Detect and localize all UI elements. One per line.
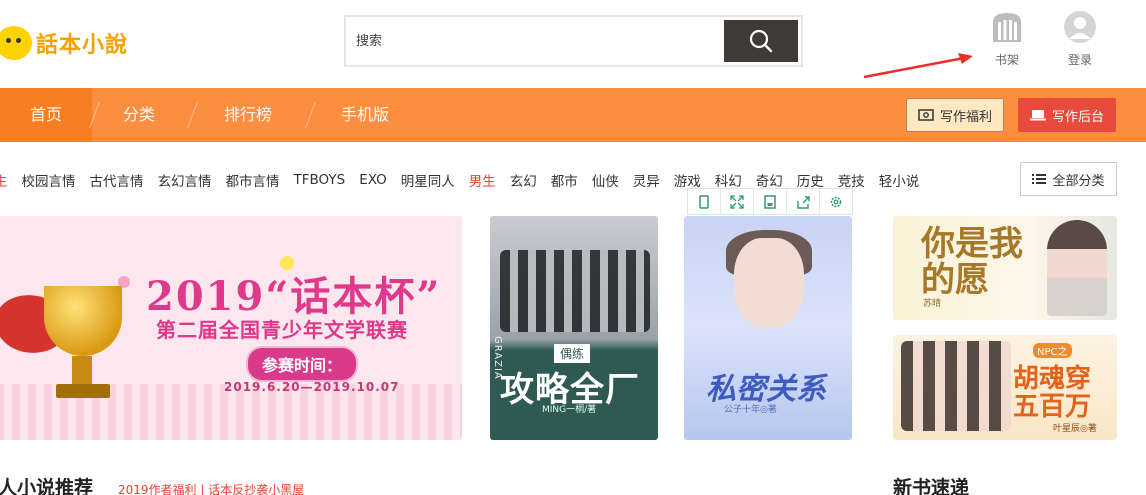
category-link[interactable]: 游戏 <box>674 170 701 190</box>
site-logo[interactable]: 話本小說 <box>0 18 128 68</box>
all-categories-button[interactable]: 全部分类 <box>1020 162 1117 196</box>
cover-photo <box>901 341 1011 431</box>
share-button[interactable] <box>787 189 820 214</box>
copy-button[interactable] <box>688 189 721 214</box>
expand-icon <box>730 194 744 209</box>
gear-icon <box>830 196 842 207</box>
category-link[interactable]: 轻小说 <box>879 170 920 190</box>
cover-photo <box>500 250 650 332</box>
laptop-icon <box>1029 110 1046 121</box>
category-link[interactable]: 仙侠 <box>592 170 619 190</box>
avatar-icon <box>1064 11 1096 43</box>
cover-author: MING一桐/著 <box>542 405 597 415</box>
writing-welfare-label: 写作福利 <box>939 109 992 125</box>
cover-tag: 偶练 <box>554 344 591 363</box>
banner-date: 2019.6.20—2019.10.07 <box>224 380 400 394</box>
category-link[interactable]: 灵异 <box>633 170 660 190</box>
cover-title: 你是我的愿 <box>921 224 1023 300</box>
cover-photo <box>1047 220 1107 316</box>
nav-item-mobile[interactable]: 手机版 <box>320 88 410 142</box>
bookshelf-icon <box>993 13 1021 42</box>
contest-banner[interactable]: 2019“话本杯” 第二届全国青少年文学联赛 参赛时间： 2019.6.20—2… <box>0 216 462 440</box>
book-cover[interactable]: NPC之 胡魂穿五百万 叶星辰◎著 <box>893 335 1117 440</box>
bookshelf-button[interactable]: 书架 <box>982 10 1032 68</box>
money-icon <box>918 109 934 121</box>
category-link[interactable]: TFBOYS <box>294 172 346 188</box>
cover-author: 苏晴 <box>923 299 942 309</box>
site-header: 話本小說 书架 登录 <box>0 0 1146 88</box>
search-box <box>344 15 803 67</box>
floating-toolbar <box>687 188 853 215</box>
banner-subtitle: 第二届全国青少年文学联赛 <box>156 318 408 342</box>
nav-item-home[interactable]: 首页 <box>0 88 92 142</box>
search-input[interactable] <box>350 21 726 61</box>
category-link[interactable]: 都市 <box>551 170 578 190</box>
section-links[interactable]: 2019作者福利 | 话本反抄袭小黑屋 <box>118 481 304 495</box>
writing-welfare-button[interactable]: 写作福利 <box>906 98 1004 132</box>
category-link[interactable]: 都市言情 <box>226 170 280 190</box>
trophy-stem <box>72 356 92 386</box>
nav-item-ranking[interactable]: 排行榜 <box>200 88 296 142</box>
category-link[interactable]: 奇幻 <box>756 170 783 190</box>
cover-tag: NPC之 <box>1033 343 1072 358</box>
section-title-new-books: 新书速递 <box>893 477 970 495</box>
cover-title: 胡魂穿五百万 <box>1013 364 1092 422</box>
fullscreen-button[interactable] <box>721 189 754 214</box>
cover-author: 叶星辰◎著 <box>1053 424 1097 434</box>
save-button[interactable] <box>754 189 787 214</box>
search-button[interactable] <box>724 20 798 62</box>
category-link[interactable]: 竞技 <box>838 170 865 190</box>
nav-divider <box>187 102 198 128</box>
login-label: 登录 <box>1067 53 1092 67</box>
trophy-base <box>56 384 110 398</box>
logo-text: 話本小說 <box>36 32 129 58</box>
category-link[interactable]: 科幻 <box>715 170 742 190</box>
save-icon <box>764 194 776 209</box>
login-button[interactable]: 登录 <box>1055 10 1105 68</box>
settings-button[interactable] <box>820 189 852 214</box>
bookshelf-label: 书架 <box>994 53 1019 67</box>
category-link[interactable]: 男生 <box>469 170 496 190</box>
category-link[interactable]: 校园言情 <box>22 170 76 190</box>
list-icon <box>1032 174 1047 184</box>
category-link[interactable]: 生 <box>0 170 8 190</box>
nav-divider <box>305 102 316 128</box>
search-icon <box>749 29 773 53</box>
section-title-recommend: 人小说推荐 <box>0 477 94 495</box>
nav-item-category[interactable]: 分类 <box>96 88 182 142</box>
copy-icon <box>699 194 709 209</box>
logo-mascot-icon <box>0 26 32 60</box>
writing-backend-label: 写作后台 <box>1051 109 1104 125</box>
all-categories-label: 全部分类 <box>1052 173 1105 189</box>
book-cover[interactable]: 你是我的愿 苏晴 <box>893 216 1117 320</box>
writing-backend-button[interactable]: 写作后台 <box>1018 98 1116 132</box>
category-link[interactable]: 明星同人 <box>401 170 455 190</box>
category-link[interactable]: 历史 <box>797 170 824 190</box>
book-cover[interactable]: GRAZIA 偶练 攻略全厂 MING一桐/著 <box>490 216 658 440</box>
category-link[interactable]: 玄幻 <box>510 170 537 190</box>
share-icon <box>797 195 810 209</box>
red-arrow-annotation <box>863 53 973 79</box>
category-link[interactable]: EXO <box>359 172 387 188</box>
cover-illustration <box>734 238 804 328</box>
banner-entry-time: 参赛时间： <box>246 346 359 382</box>
category-link[interactable]: 古代言情 <box>90 170 144 190</box>
cover-author: 公子十年◎著 <box>724 405 777 415</box>
category-link[interactable]: 玄幻言情 <box>158 170 212 190</box>
trophy-icon <box>44 286 122 356</box>
book-cover[interactable]: 私密关系 公子十年◎著 <box>684 216 852 440</box>
